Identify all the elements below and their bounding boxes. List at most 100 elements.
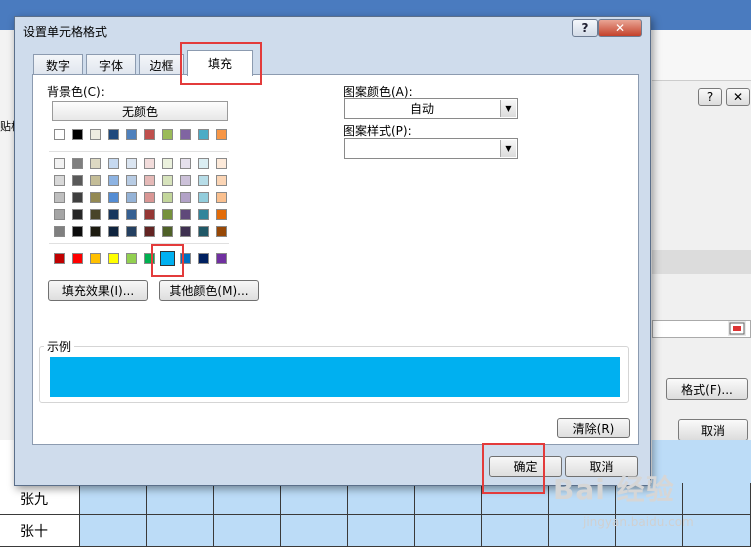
color-swatch[interactable] <box>126 209 137 220</box>
color-swatch[interactable] <box>180 175 191 186</box>
color-swatch[interactable] <box>216 129 227 140</box>
color-swatch[interactable] <box>144 129 155 140</box>
color-swatch[interactable] <box>198 253 209 264</box>
color-swatch[interactable] <box>90 175 101 186</box>
color-swatch[interactable] <box>144 192 155 203</box>
clear-button[interactable]: 清除(R) <box>557 418 630 438</box>
watermark-logo: Bai 经验 <box>553 473 675 506</box>
color-swatch[interactable] <box>126 129 137 140</box>
color-swatch[interactable] <box>216 209 227 220</box>
color-swatch[interactable] <box>162 192 173 203</box>
color-swatch[interactable] <box>108 253 119 264</box>
color-swatch[interactable] <box>144 175 155 186</box>
background-color-label: 背景色(C): <box>47 85 105 99</box>
color-swatch[interactable] <box>54 226 65 237</box>
tab-border[interactable]: 边框 <box>139 54 184 75</box>
color-swatch[interactable] <box>108 158 119 169</box>
bg-cancel-button[interactable]: 取消 <box>678 419 748 441</box>
row-label[interactable]: 张十 <box>0 515 80 547</box>
pattern-color-value: 自动 <box>409 102 434 116</box>
color-swatch[interactable] <box>198 226 209 237</box>
color-swatch[interactable] <box>162 175 173 186</box>
color-swatch[interactable] <box>72 209 83 220</box>
fill-effects-button[interactable]: 填充效果(I)... <box>48 280 148 301</box>
color-swatch[interactable] <box>180 192 191 203</box>
format-cells-dialog: 设置单元格格式 ? ✕ 数字 字体 边框 填充 背景色(C): 无颜色 填充效果… <box>14 16 651 494</box>
color-swatch[interactable] <box>90 158 101 169</box>
color-swatch[interactable] <box>72 253 83 264</box>
color-swatch[interactable] <box>144 226 155 237</box>
help-button[interactable]: ? <box>572 19 598 37</box>
pattern-style-value <box>345 139 499 158</box>
color-swatch[interactable] <box>72 129 83 140</box>
color-swatch[interactable] <box>72 192 83 203</box>
color-swatch[interactable] <box>90 226 101 237</box>
bg-close-button[interactable]: ✕ <box>726 88 750 106</box>
color-swatch[interactable] <box>72 158 83 169</box>
color-swatch[interactable] <box>126 175 137 186</box>
color-swatch[interactable] <box>90 209 101 220</box>
dialog-title: 设置单元格格式 <box>23 25 108 39</box>
color-swatch[interactable] <box>198 175 209 186</box>
color-swatch[interactable] <box>198 209 209 220</box>
color-swatch[interactable] <box>198 192 209 203</box>
color-swatch[interactable] <box>162 158 173 169</box>
close-button[interactable]: ✕ <box>598 19 642 37</box>
watermark-url: jingyan.baidu.com <box>583 515 694 529</box>
highlight-fill-tab <box>180 42 262 85</box>
tab-number[interactable]: 数字 <box>33 54 83 75</box>
color-swatch[interactable] <box>180 209 191 220</box>
color-swatch[interactable] <box>180 129 191 140</box>
color-swatch[interactable] <box>216 226 227 237</box>
highlight-ok-button <box>482 443 545 494</box>
color-swatch[interactable] <box>108 175 119 186</box>
color-swatch[interactable] <box>216 253 227 264</box>
color-swatch[interactable] <box>216 158 227 169</box>
color-swatch[interactable] <box>72 175 83 186</box>
color-swatch[interactable] <box>108 192 119 203</box>
color-swatch[interactable] <box>126 192 137 203</box>
color-swatch[interactable] <box>198 158 209 169</box>
color-swatch[interactable] <box>54 253 65 264</box>
sample-label: 示例 <box>44 338 75 355</box>
bg-format-button[interactable]: 格式(F)... <box>666 378 748 400</box>
color-swatch[interactable] <box>54 192 65 203</box>
pattern-color-select[interactable]: 自动 ▼ <box>344 98 518 119</box>
color-swatch[interactable] <box>54 209 65 220</box>
tab-font[interactable]: 字体 <box>86 54 136 75</box>
color-swatch[interactable] <box>126 253 137 264</box>
color-swatch[interactable] <box>216 192 227 203</box>
no-color-button[interactable]: 无颜色 <box>52 101 228 121</box>
color-swatch[interactable] <box>216 175 227 186</box>
color-swatch[interactable] <box>54 175 65 186</box>
color-swatch[interactable] <box>90 253 101 264</box>
bg-help-button[interactable]: ? <box>698 88 722 106</box>
more-colors-button[interactable]: 其他颜色(M)... <box>159 280 259 301</box>
color-swatch[interactable] <box>108 209 119 220</box>
pattern-style-label: 图案样式(P): <box>343 124 412 138</box>
color-swatch[interactable] <box>180 226 191 237</box>
color-swatch[interactable] <box>144 209 155 220</box>
color-swatch[interactable] <box>108 129 119 140</box>
color-swatch[interactable] <box>162 209 173 220</box>
sample-preview <box>50 357 620 397</box>
range-picker-icon[interactable] <box>728 321 746 336</box>
color-swatch[interactable] <box>162 129 173 140</box>
color-swatch[interactable] <box>90 129 101 140</box>
color-swatch[interactable] <box>72 226 83 237</box>
color-swatch[interactable] <box>198 129 209 140</box>
color-swatch[interactable] <box>126 158 137 169</box>
chevron-down-icon[interactable]: ▼ <box>500 140 516 157</box>
row-label[interactable]: 张九 <box>0 483 80 515</box>
highlight-selected-color <box>151 244 184 277</box>
color-swatch[interactable] <box>90 192 101 203</box>
color-swatch[interactable] <box>180 158 191 169</box>
color-swatch[interactable] <box>144 158 155 169</box>
pattern-style-select[interactable]: ▼ <box>344 138 518 159</box>
color-swatch[interactable] <box>126 226 137 237</box>
chevron-down-icon[interactable]: ▼ <box>500 100 516 117</box>
color-swatch[interactable] <box>162 226 173 237</box>
color-swatch[interactable] <box>54 158 65 169</box>
color-swatch[interactable] <box>108 226 119 237</box>
color-swatch[interactable] <box>54 129 65 140</box>
